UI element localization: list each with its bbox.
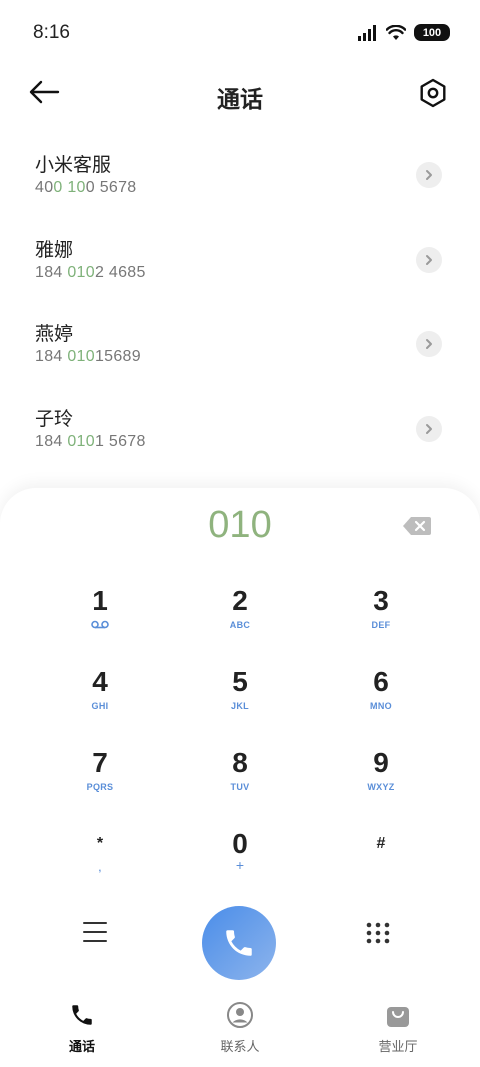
contact-name: 子玲: [35, 407, 74, 430]
contact-row[interactable]: 燕婷 184 01015689: [0, 303, 480, 388]
status-bar: 8:16 100: [0, 0, 480, 68]
battery-indicator: 100: [414, 24, 450, 41]
shopping-bag-icon: [387, 1007, 409, 1027]
backspace-button[interactable]: [402, 516, 434, 538]
signal-icon: [358, 24, 376, 41]
keypad-toggle-button[interactable]: [365, 921, 395, 951]
menu-icon: [83, 922, 107, 942]
contact-results-list: 小米客服 400 100 5678 雅娜 184 0102 4685 燕婷 18…: [0, 134, 480, 472]
phone-icon: [226, 930, 252, 956]
nav-tab-contacts[interactable]: 联系人: [180, 1000, 300, 1055]
contact-row[interactable]: 子玲 184 0101 5678: [0, 388, 480, 473]
bottom-nav: 通话 联系人 营业厅: [0, 990, 480, 1067]
key-2[interactable]: 2 ABC: [170, 584, 310, 660]
header: 通话: [0, 68, 480, 124]
backspace-icon: [403, 517, 431, 535]
contact-detail-button[interactable]: [416, 246, 442, 273]
contact-detail-button[interactable]: [416, 162, 442, 188]
dialpad-panel: 010 1 2 ABC 3 DEF 4 GHI 5 JKL 6 MNO 7 PQ…: [0, 488, 480, 1067]
chevron-right-icon: [426, 170, 432, 180]
call-button[interactable]: [202, 906, 276, 980]
nav-label: 通话: [68, 1040, 95, 1055]
key-star[interactable]: * ,: [30, 827, 170, 903]
key-4[interactable]: 4 GHI: [30, 665, 170, 741]
key-8[interactable]: 8 TUV: [170, 746, 310, 822]
contact-name: 雅娜: [35, 238, 74, 261]
contact-number: 184 01015689: [35, 348, 141, 365]
phone-screen: 8:16 100 通话 小米客服 400 100 5678 雅娜 184 010…: [0, 0, 480, 1067]
key-5[interactable]: 5 JKL: [170, 665, 310, 741]
voicemail-icon: [30, 620, 170, 631]
chevron-right-icon: [426, 254, 432, 265]
key-hash[interactable]: #: [311, 827, 451, 903]
key-0[interactable]: 0 +: [170, 827, 310, 903]
contact-number: 184 0102 4685: [35, 263, 146, 281]
nav-tab-calls[interactable]: 通话: [22, 1000, 142, 1055]
person-icon: [227, 1002, 253, 1028]
key-3[interactable]: 3 DEF: [311, 584, 451, 660]
dialpad-grid-icon: [366, 922, 390, 949]
key-6[interactable]: 6 MNO: [311, 665, 451, 741]
status-time: 8:16: [33, 22, 70, 43]
key-1[interactable]: 1: [30, 584, 170, 660]
page-title: 通话: [217, 87, 263, 113]
contact-number: 184 0101 5678: [35, 432, 146, 450]
nav-tab-service-hall[interactable]: 营业厅: [338, 1000, 458, 1055]
contact-row[interactable]: 小米客服 400 100 5678: [0, 134, 480, 219]
settings-button[interactable]: [418, 78, 450, 110]
key-7[interactable]: 7 PQRS: [30, 746, 170, 822]
contact-detail-button[interactable]: [416, 415, 442, 442]
menu-button[interactable]: [82, 920, 116, 950]
nav-label: 营业厅: [378, 1040, 418, 1055]
key-9[interactable]: 9 WXYZ: [311, 746, 451, 822]
settings-hexagon-icon: [420, 78, 446, 108]
wifi-icon: [386, 24, 406, 40]
contact-row[interactable]: 雅娜 184 0102 4685: [0, 219, 480, 304]
nav-label: 联系人: [220, 1040, 260, 1055]
contact-detail-button[interactable]: [416, 331, 442, 357]
chevron-right-icon: [426, 423, 432, 434]
contact-name: 小米客服: [35, 154, 112, 176]
status-icons: 100: [358, 24, 450, 41]
chevron-right-icon: [426, 339, 432, 349]
contact-name: 燕婷: [35, 323, 74, 345]
phone-icon: [72, 1005, 92, 1025]
contact-number: 400 100 5678: [35, 179, 137, 196]
